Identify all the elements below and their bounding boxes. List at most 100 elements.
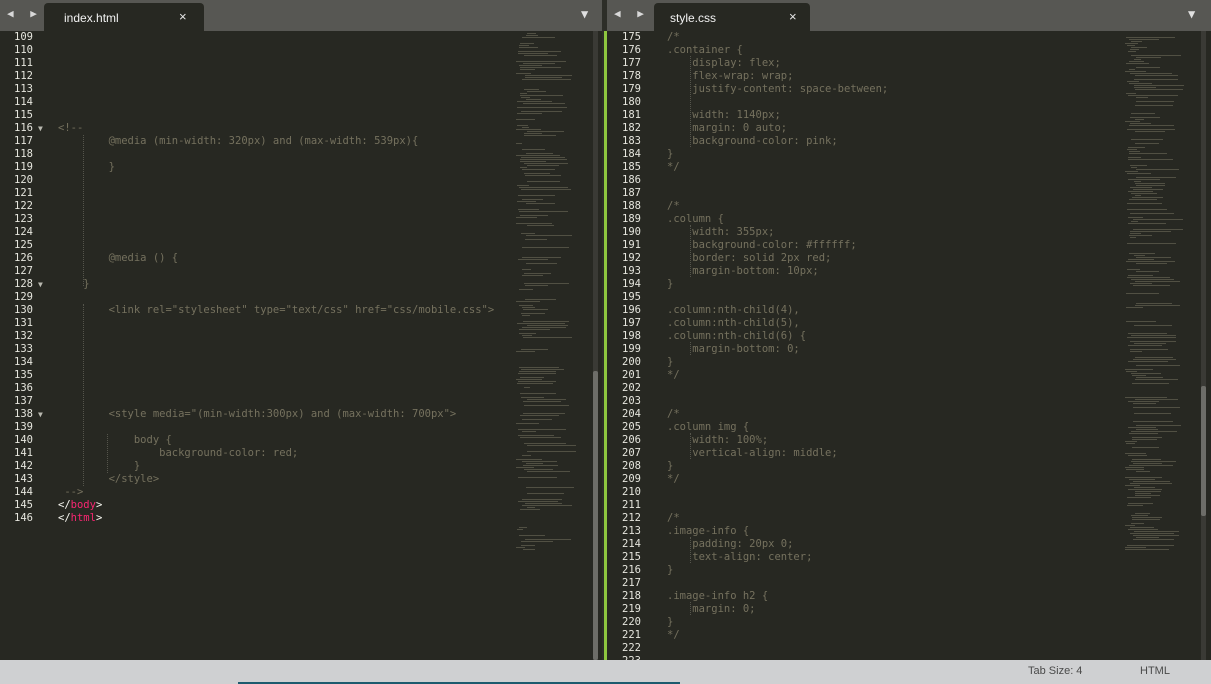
code-line[interactable]: 193 margin-bottom: 10px; bbox=[607, 265, 1211, 278]
fold-triangle-icon[interactable]: ▼ bbox=[38, 409, 43, 420]
code-line[interactable]: 211 bbox=[607, 499, 1211, 512]
code-line[interactable]: 128 ▼ } bbox=[0, 278, 602, 291]
code-area[interactable]: 109 110 111 112 113 114 115 116 ▼ <!-- 117 @media … bbox=[0, 31, 602, 660]
code-line[interactable]: 120 bbox=[0, 174, 602, 187]
minimap[interactable] bbox=[1125, 31, 1195, 660]
code-line[interactable]: 192 border: solid 2px red; bbox=[607, 252, 1211, 265]
code-line[interactable]: 206 width: 100%; bbox=[607, 434, 1211, 447]
code-line[interactable]: 142 } bbox=[0, 460, 602, 473]
code-line[interactable]: 131 bbox=[0, 317, 602, 330]
code-line[interactable]: 175 /* bbox=[607, 31, 1211, 44]
code-line[interactable]: 140 body { bbox=[0, 434, 602, 447]
code-line[interactable]: 123 bbox=[0, 213, 602, 226]
code-line[interactable]: 205 .column img { bbox=[607, 421, 1211, 434]
code-line[interactable]: 110 bbox=[0, 44, 602, 57]
tab-nav-arrows-icon[interactable]: ◀ ▶ bbox=[7, 7, 42, 20]
code-line[interactable]: 186 bbox=[607, 174, 1211, 187]
code-line[interactable]: 180 bbox=[607, 96, 1211, 109]
code-line[interactable]: 135 bbox=[0, 369, 602, 382]
code-line[interactable]: 119 } bbox=[0, 161, 602, 174]
code-line[interactable]: 221 */ bbox=[607, 629, 1211, 642]
code-line[interactable]: 210 bbox=[607, 486, 1211, 499]
close-icon[interactable]: × bbox=[179, 9, 187, 24]
code-line[interactable]: 185 */ bbox=[607, 161, 1211, 174]
scrollbar[interactable] bbox=[1201, 31, 1206, 660]
code-line[interactable]: 132 bbox=[0, 330, 602, 343]
code-line[interactable]: 203 bbox=[607, 395, 1211, 408]
code-line[interactable]: 197 .column:nth-child(5), bbox=[607, 317, 1211, 330]
code-line[interactable]: 196 .column:nth-child(4), bbox=[607, 304, 1211, 317]
code-line[interactable]: 138 ▼ <style media="(min-width:300px) and… bbox=[0, 408, 602, 421]
tab-nav-arrows-icon[interactable]: ◀ ▶ bbox=[614, 7, 649, 20]
code-line[interactable]: 209 */ bbox=[607, 473, 1211, 486]
code-line[interactable]: 118 bbox=[0, 148, 602, 161]
minimap[interactable] bbox=[516, 31, 586, 660]
code-line[interactable]: 190 width: 355px; bbox=[607, 226, 1211, 239]
code-line[interactable]: 121 bbox=[0, 187, 602, 200]
code-line[interactable]: 212 /* bbox=[607, 512, 1211, 525]
code-line[interactable]: 125 bbox=[0, 239, 602, 252]
editor-pane-left[interactable]: ◀ ▶ index.html × ▼ 109 110 111 112 113 114 115… bbox=[0, 0, 602, 660]
code-line[interactable]: 124 bbox=[0, 226, 602, 239]
code-line[interactable]: 191 background-color: #ffffff; bbox=[607, 239, 1211, 252]
tab-style-css[interactable]: style.css × bbox=[654, 3, 810, 31]
tab-index-html[interactable]: index.html × bbox=[44, 3, 204, 31]
code-line[interactable]: 208} bbox=[607, 460, 1211, 473]
editor-pane-right[interactable]: ◀ ▶ style.css × ▼ 175/* 176 .container {17… bbox=[607, 0, 1211, 660]
code-line[interactable]: 117 @media (min-width: 320px) and (max-w… bbox=[0, 135, 602, 148]
code-line[interactable]: 112 bbox=[0, 70, 602, 83]
code-line[interactable]: 204 /* bbox=[607, 408, 1211, 421]
code-line[interactable]: 199 margin-bottom: 0; bbox=[607, 343, 1211, 356]
code-line[interactable]: 134 bbox=[0, 356, 602, 369]
code-line[interactable]: 176 .container { bbox=[607, 44, 1211, 57]
chevron-down-icon[interactable]: ▼ bbox=[1188, 7, 1195, 21]
syntax-indicator[interactable]: HTML bbox=[1140, 665, 1170, 677]
code-line[interactable]: 189 .column { bbox=[607, 213, 1211, 226]
code-line[interactable]: 187 bbox=[607, 187, 1211, 200]
code-area[interactable]: 175/* 176 .container {177 display: flex; 17… bbox=[607, 31, 1211, 660]
code-line[interactable]: 222 bbox=[607, 642, 1211, 655]
code-line[interactable]: 139 bbox=[0, 421, 602, 434]
code-line[interactable]: 111 bbox=[0, 57, 602, 70]
scrollbar-thumb[interactable] bbox=[593, 371, 598, 660]
code-line[interactable]: 127 bbox=[0, 265, 602, 278]
code-line[interactable]: 114 bbox=[0, 96, 602, 109]
code-line[interactable]: 145 </body> bbox=[0, 499, 602, 512]
code-line[interactable]: 195 bbox=[607, 291, 1211, 304]
code-line[interactable]: 198 .column:nth-child(6) { bbox=[607, 330, 1211, 343]
code-line[interactable]: 177 display: flex; bbox=[607, 57, 1211, 70]
code-line[interactable]: 202 bbox=[607, 382, 1211, 395]
code-line[interactable]: 137 bbox=[0, 395, 602, 408]
fold-triangle-icon[interactable]: ▼ bbox=[38, 279, 43, 290]
code-line[interactable]: 122 bbox=[0, 200, 602, 213]
code-line[interactable]: 181 width: 1140px; bbox=[607, 109, 1211, 122]
code-line[interactable]: 201 */ bbox=[607, 369, 1211, 382]
code-line[interactable]: 109 bbox=[0, 31, 602, 44]
code-line[interactable]: 144 --> bbox=[0, 486, 602, 499]
code-line[interactable]: 207 vertical-align: middle; bbox=[607, 447, 1211, 460]
code-line[interactable]: 126 @media () { bbox=[0, 252, 602, 265]
fold-triangle-icon[interactable]: ▼ bbox=[38, 123, 43, 134]
code-line[interactable]: 113 bbox=[0, 83, 602, 96]
chevron-down-icon[interactable]: ▼ bbox=[581, 7, 588, 21]
code-line[interactable]: 130 <link rel="stylesheet" type="text/cs… bbox=[0, 304, 602, 317]
code-line[interactable]: 182 margin: 0 auto; bbox=[607, 122, 1211, 135]
code-line[interactable]: 184} bbox=[607, 148, 1211, 161]
scrollbar[interactable] bbox=[593, 31, 598, 660]
code-line[interactable]: 129 bbox=[0, 291, 602, 304]
code-line[interactable]: 194} bbox=[607, 278, 1211, 291]
code-line[interactable]: 178 flex-wrap: wrap; bbox=[607, 70, 1211, 83]
code-line[interactable]: 214 padding: 20px 0; bbox=[607, 538, 1211, 551]
code-line[interactable]: 116 ▼ <!-- bbox=[0, 122, 602, 135]
scrollbar-thumb[interactable] bbox=[1201, 386, 1206, 516]
code-line[interactable]: 143 </style> bbox=[0, 473, 602, 486]
code-line[interactable]: 213 .image-info { bbox=[607, 525, 1211, 538]
code-line[interactable]: 136 bbox=[0, 382, 602, 395]
code-line[interactable]: 218 .image-info h2 { bbox=[607, 590, 1211, 603]
code-line[interactable]: 216} bbox=[607, 564, 1211, 577]
code-line[interactable]: 220} bbox=[607, 616, 1211, 629]
code-line[interactable]: 133 bbox=[0, 343, 602, 356]
code-line[interactable]: 183 background-color: pink; bbox=[607, 135, 1211, 148]
code-line[interactable]: 141 background-color: red; bbox=[0, 447, 602, 460]
tab-size-indicator[interactable]: Tab Size: 4 bbox=[1028, 665, 1082, 677]
